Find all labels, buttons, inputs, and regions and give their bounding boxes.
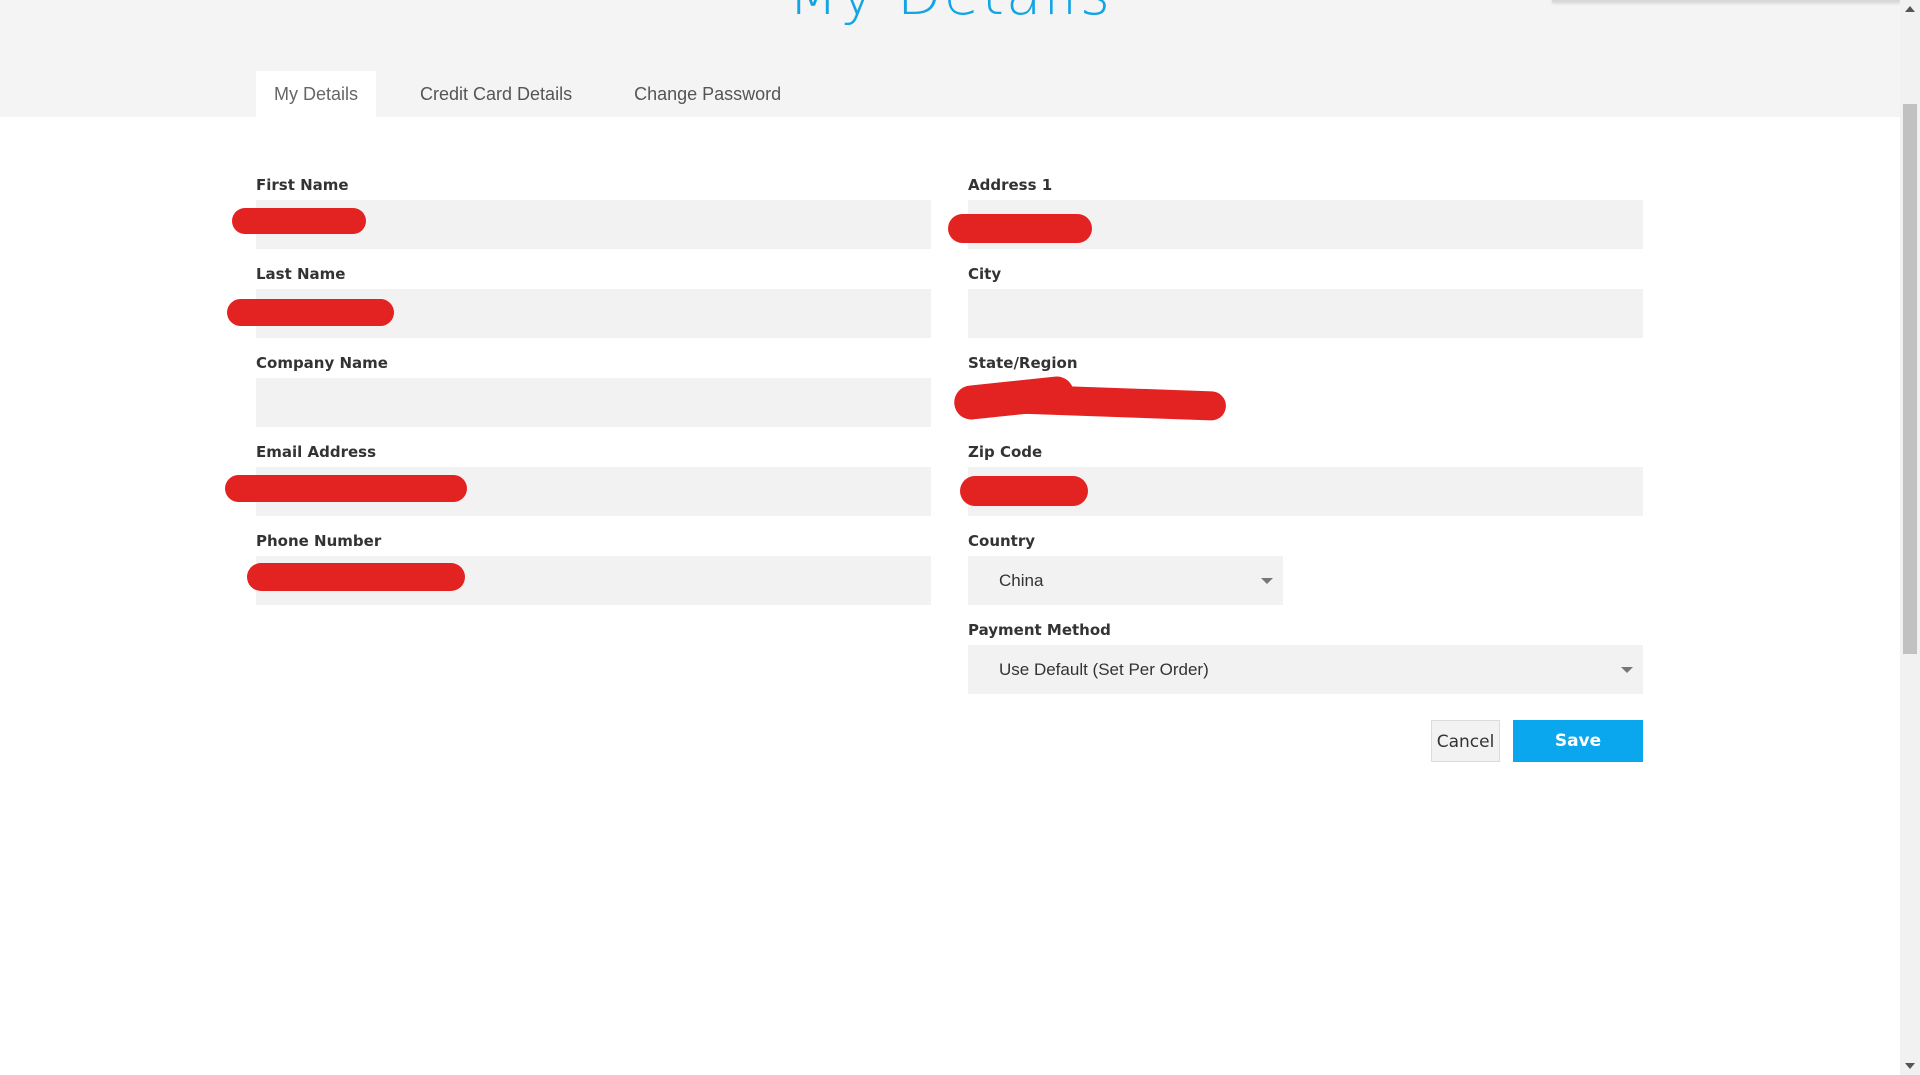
redaction-mark bbox=[960, 476, 1088, 506]
tab-bar: My Details Credit Card Details Change Pa… bbox=[256, 71, 825, 117]
company-name-label: Company Name bbox=[256, 354, 388, 372]
last-name-field: Last Name bbox=[227, 259, 931, 348]
form-left-column: First Name Last Name Company Name Email … bbox=[225, 170, 931, 615]
payment-method-selected-value: Use Default (Set Per Order) bbox=[999, 660, 1209, 679]
payment-method-select[interactable]: Use Default (Set Per Order) bbox=[968, 645, 1643, 694]
phone-number-label: Phone Number bbox=[256, 532, 382, 550]
country-field: Country China bbox=[968, 526, 1643, 615]
state-region-field: State/Region bbox=[952, 348, 1643, 437]
tab-my-details[interactable]: My Details bbox=[256, 71, 377, 117]
address-1-field: Address 1 bbox=[948, 170, 1643, 259]
page-title: My Details bbox=[0, 0, 1900, 28]
redaction-mark bbox=[948, 214, 1092, 243]
payment-method-field: Payment Method Use Default (Set Per Orde… bbox=[968, 615, 1643, 704]
state-region-label: State/Region bbox=[968, 354, 1078, 372]
first-name-field: First Name bbox=[232, 170, 931, 259]
redaction-mark bbox=[227, 299, 394, 326]
last-name-label: Last Name bbox=[256, 265, 346, 283]
email-address-field: Email Address bbox=[225, 437, 931, 526]
chevron-down-icon bbox=[1261, 578, 1273, 584]
scrollbar-thumb[interactable] bbox=[1903, 104, 1917, 654]
save-changes-button[interactable]: Save Changes bbox=[1513, 720, 1643, 793]
redaction-mark bbox=[232, 208, 366, 234]
redaction-mark bbox=[247, 563, 465, 591]
city-input[interactable] bbox=[968, 289, 1643, 338]
scrollbar[interactable] bbox=[1900, 0, 1920, 1075]
first-name-label: First Name bbox=[256, 176, 349, 194]
phone-number-field: Phone Number bbox=[247, 526, 931, 615]
company-name-input[interactable] bbox=[256, 378, 931, 427]
header-band: My Details My Details Credit Card Detail… bbox=[0, 0, 1900, 117]
tab-credit-card-details[interactable]: Credit Card Details bbox=[402, 71, 590, 117]
address-1-label: Address 1 bbox=[968, 176, 1053, 194]
page: My Details My Details Credit Card Detail… bbox=[0, 0, 1920, 1075]
redaction-mark bbox=[225, 475, 467, 502]
cancel-button[interactable]: Cancel bbox=[1431, 720, 1500, 762]
form-right-column: Address 1 City State/Region Zip Code Cou… bbox=[948, 170, 1643, 704]
zip-code-label: Zip Code bbox=[968, 443, 1043, 461]
country-label: Country bbox=[968, 532, 1036, 550]
company-name-field: Company Name bbox=[256, 348, 931, 437]
overlay-edge bbox=[1552, 0, 1900, 2]
country-selected-value: China bbox=[999, 571, 1044, 590]
email-address-label: Email Address bbox=[256, 443, 377, 461]
zip-code-field: Zip Code bbox=[960, 437, 1643, 526]
payment-method-label: Payment Method bbox=[968, 621, 1111, 639]
form-actions: Cancel Save Changes bbox=[968, 720, 1643, 793]
scroll-up-arrow-icon[interactable] bbox=[1905, 6, 1915, 12]
country-select[interactable]: China bbox=[968, 556, 1283, 605]
chevron-down-icon bbox=[1621, 667, 1633, 673]
city-label: City bbox=[968, 265, 1002, 283]
tab-change-password[interactable]: Change Password bbox=[616, 71, 799, 117]
city-field: City bbox=[968, 259, 1643, 348]
scroll-down-arrow-icon[interactable] bbox=[1905, 1063, 1915, 1069]
